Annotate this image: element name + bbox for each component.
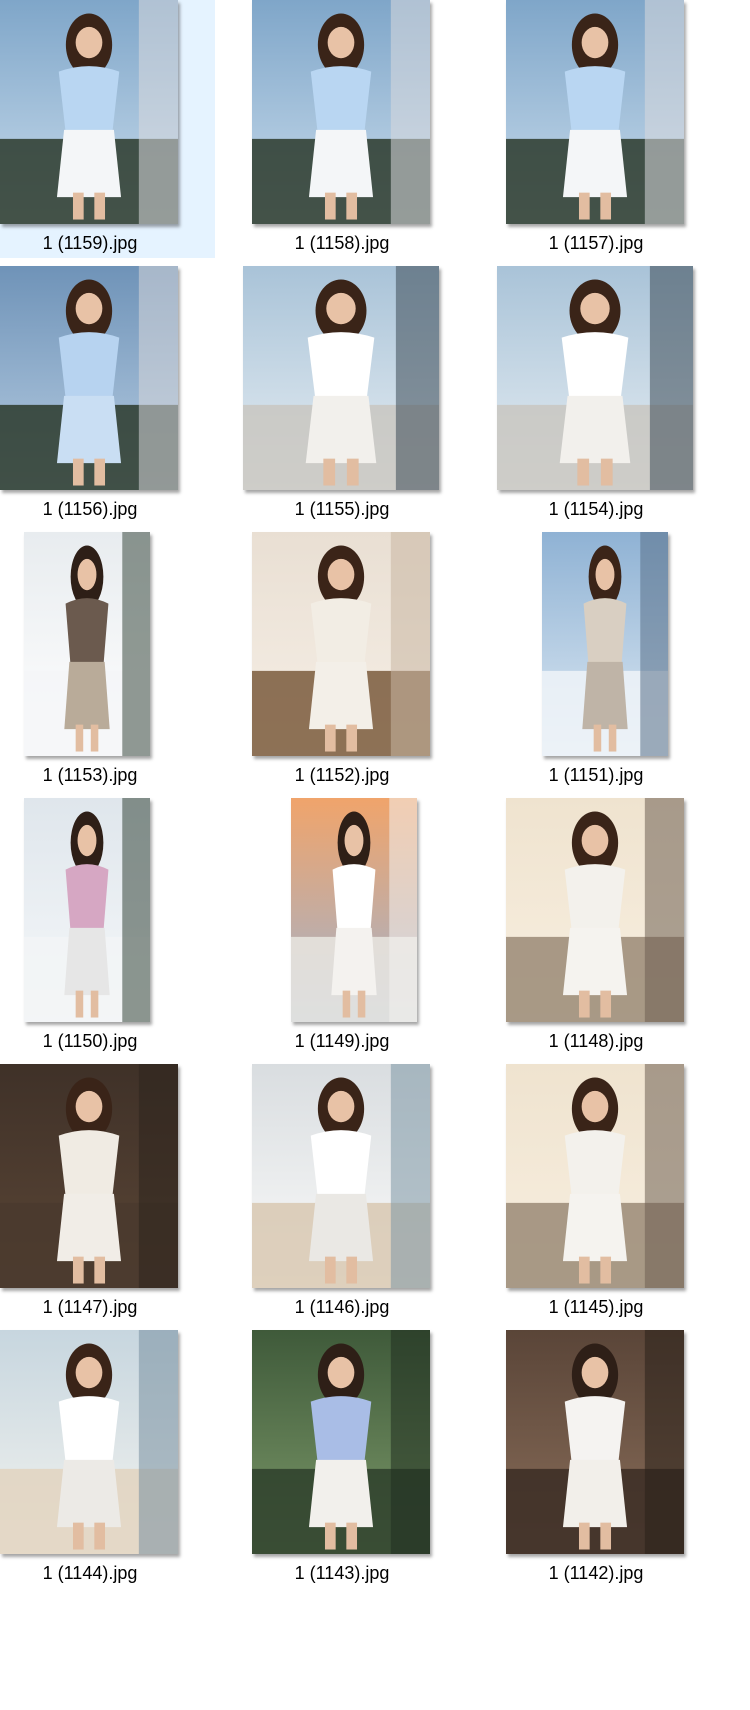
thumbnail-art <box>24 798 150 1022</box>
image-thumbnail[interactable] <box>0 266 178 490</box>
file-item[interactable]: 1 (1158).jpg <box>252 0 454 258</box>
file-item[interactable]: 1 (1147).jpg <box>0 1064 200 1322</box>
thumbnail-art <box>252 1064 430 1288</box>
thumbnail-art <box>243 266 439 490</box>
file-item[interactable]: 1 (1146).jpg <box>252 1064 454 1322</box>
thumbnail-art <box>24 532 150 756</box>
file-item[interactable]: 1 (1150).jpg <box>0 798 200 1056</box>
thumbnail-art <box>0 1064 178 1288</box>
file-item[interactable]: 1 (1156).jpg <box>0 266 200 524</box>
file-name-label: 1 (1144).jpg <box>42 1563 138 1583</box>
thumbnail-art <box>0 0 178 224</box>
thumbnail-art <box>506 1330 684 1554</box>
image-thumbnail[interactable] <box>497 266 693 490</box>
image-thumbnail[interactable] <box>506 798 684 1022</box>
image-thumbnail[interactable] <box>542 532 668 756</box>
file-name-label: 1 (1152).jpg <box>294 765 390 785</box>
file-name-label: 1 (1146).jpg <box>294 1297 390 1317</box>
image-thumbnail[interactable] <box>252 0 430 224</box>
file-name-label: 1 (1147).jpg <box>42 1297 138 1317</box>
file-item[interactable]: 1 (1154).jpg <box>497 266 708 524</box>
file-name-label: 1 (1151).jpg <box>548 765 644 785</box>
file-name-label: 1 (1145).jpg <box>548 1297 644 1317</box>
file-name-label: 1 (1153).jpg <box>42 765 138 785</box>
image-thumbnail[interactable] <box>24 532 150 756</box>
file-name-label: 1 (1143).jpg <box>294 1563 390 1583</box>
file-item[interactable]: 1 (1144).jpg <box>0 1330 200 1588</box>
image-thumbnail[interactable] <box>252 1064 430 1288</box>
file-name-label: 1 (1158).jpg <box>294 233 390 253</box>
image-thumbnail[interactable] <box>506 1330 684 1554</box>
file-item[interactable]: 1 (1152).jpg <box>252 532 454 790</box>
file-item[interactable]: 1 (1157).jpg <box>506 0 708 258</box>
file-name-label: 1 (1156).jpg <box>42 499 138 519</box>
thumbnail-art <box>506 0 684 224</box>
file-name-label: 1 (1142).jpg <box>548 1563 644 1583</box>
file-name-label: 1 (1148).jpg <box>548 1031 644 1051</box>
image-thumbnail[interactable] <box>506 1064 684 1288</box>
image-thumbnail[interactable] <box>291 798 417 1022</box>
thumbnail-art <box>506 1064 684 1288</box>
thumbnail-art <box>252 532 430 756</box>
image-thumbnail[interactable] <box>0 0 178 224</box>
thumbnail-art <box>506 798 684 1022</box>
thumbnail-art <box>291 798 417 1022</box>
thumbnail-art <box>0 1330 178 1554</box>
file-name-label: 1 (1155).jpg <box>294 499 390 519</box>
file-name-label: 1 (1149).jpg <box>294 1031 390 1051</box>
thumbnail-art <box>0 266 178 490</box>
file-item[interactable]: 1 (1148).jpg <box>506 798 708 1056</box>
image-thumbnail[interactable] <box>252 1330 430 1554</box>
image-thumbnail[interactable] <box>0 1330 178 1554</box>
image-thumbnail[interactable] <box>506 0 684 224</box>
file-grid: 1 (1159).jpg 1 (1158).jpg 1 (1157).jpg 1 (1… <box>0 0 750 1710</box>
image-thumbnail[interactable] <box>252 532 430 756</box>
image-thumbnail[interactable] <box>243 266 439 490</box>
file-item[interactable]: 1 (1143).jpg <box>252 1330 454 1588</box>
file-item[interactable]: 1 (1159).jpg <box>0 0 215 258</box>
file-item[interactable]: 1 (1153).jpg <box>0 532 200 790</box>
thumbnail-art <box>252 1330 430 1554</box>
file-name-label: 1 (1154).jpg <box>548 499 644 519</box>
thumbnail-art <box>542 532 668 756</box>
file-item[interactable]: 1 (1151).jpg <box>508 532 708 790</box>
thumbnail-art <box>497 266 693 490</box>
file-name-label: 1 (1157).jpg <box>548 233 644 253</box>
file-item[interactable]: 1 (1155).jpg <box>243 266 454 524</box>
file-item[interactable]: 1 (1142).jpg <box>506 1330 708 1588</box>
file-name-label: 1 (1150).jpg <box>42 1031 138 1051</box>
thumbnail-art <box>252 0 430 224</box>
image-thumbnail[interactable] <box>24 798 150 1022</box>
image-thumbnail[interactable] <box>0 1064 178 1288</box>
file-name-label: 1 (1159).jpg <box>42 233 138 253</box>
file-item[interactable]: 1 (1145).jpg <box>506 1064 708 1322</box>
file-item[interactable]: 1 (1149).jpg <box>254 798 454 1056</box>
